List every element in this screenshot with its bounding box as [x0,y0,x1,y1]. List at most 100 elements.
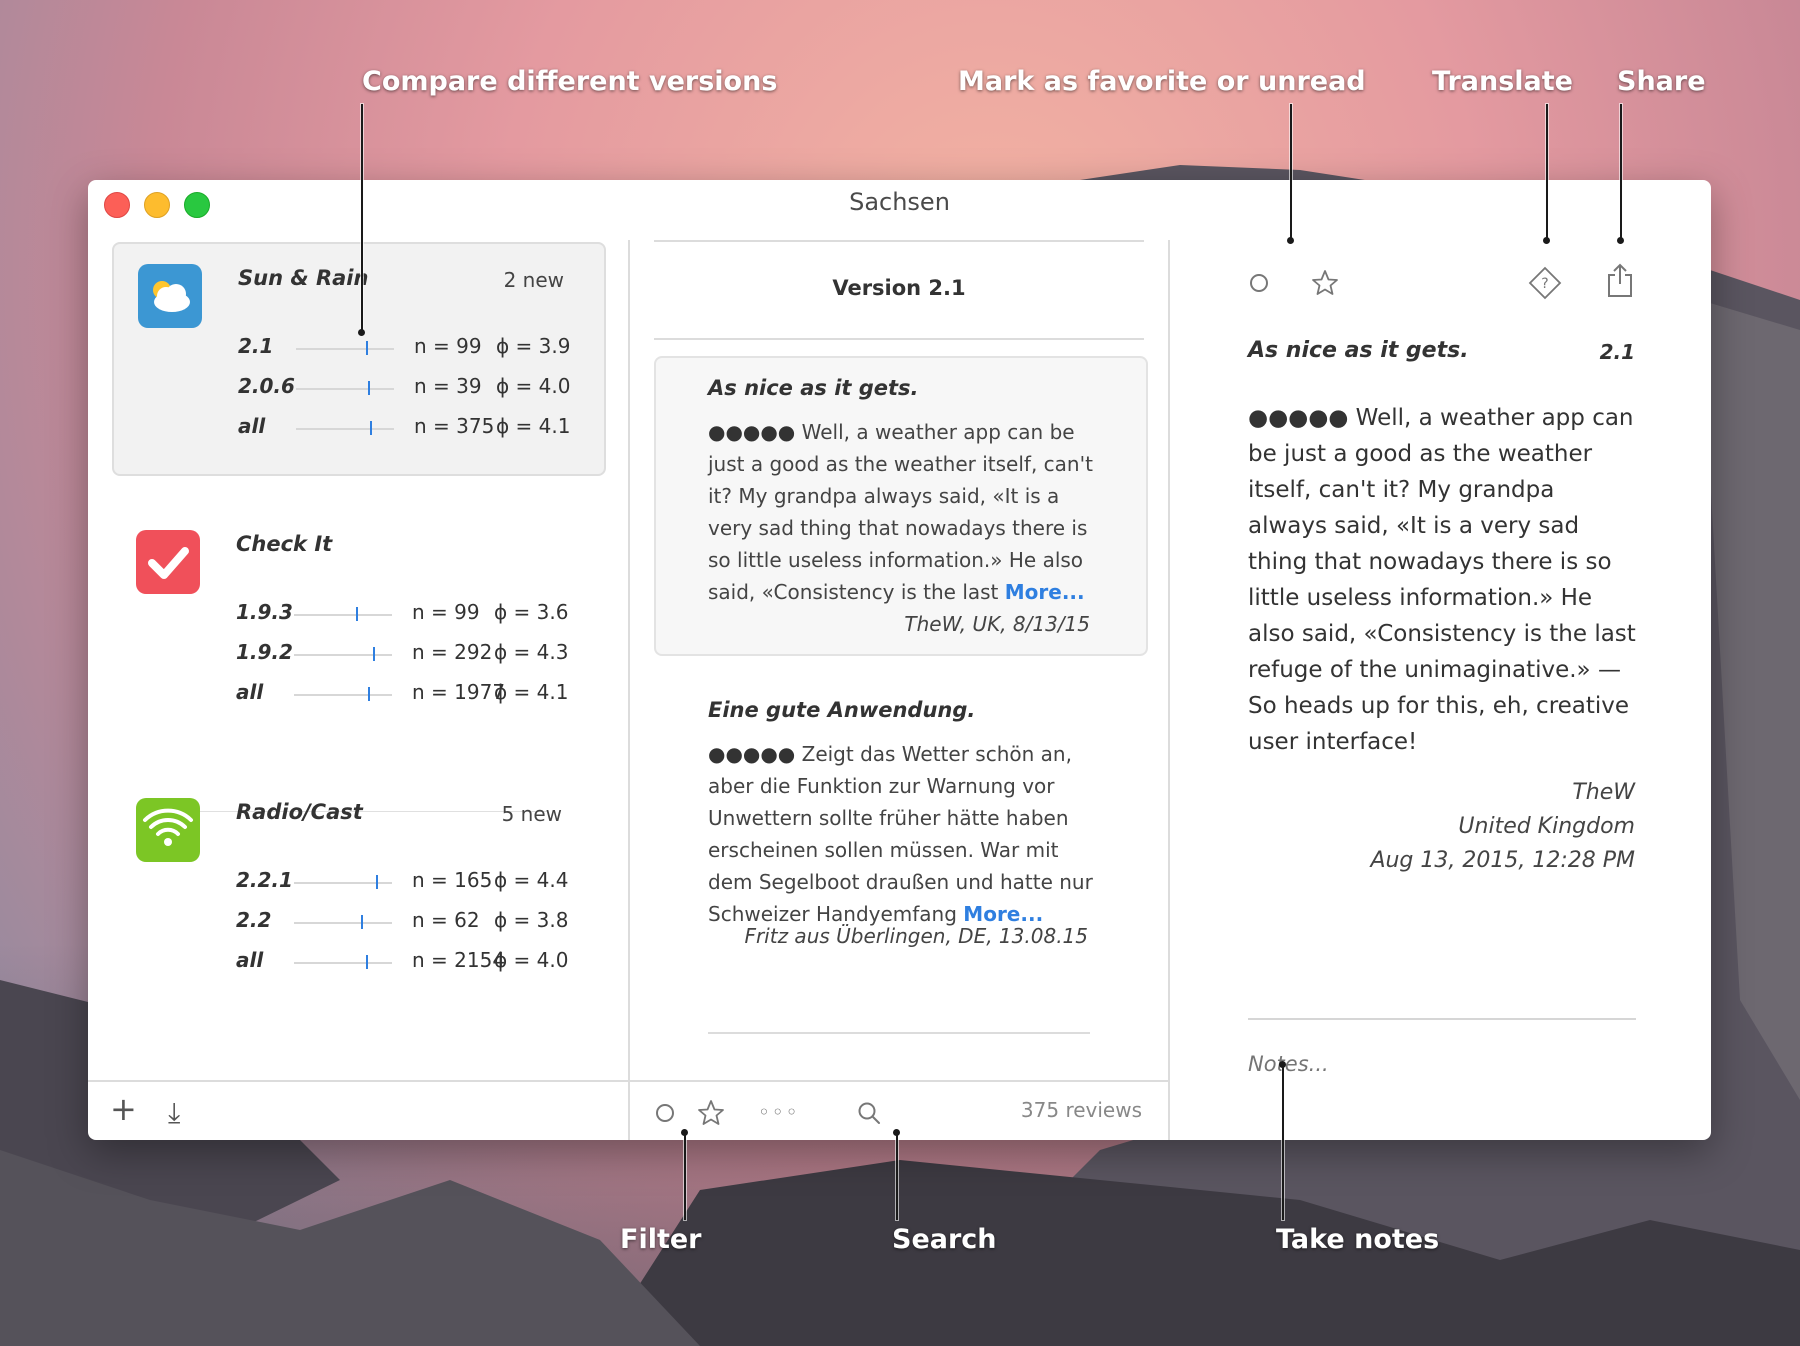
download-icon[interactable]: ⤓ [168,1096,180,1130]
review-author: TheW, UK, 8/13/15 [904,612,1090,636]
version-label: all [236,948,264,972]
detail-version: 2.1 [1599,340,1635,364]
review-count: n = 39 [414,374,482,398]
version-header: Version 2.1 [654,240,1144,340]
rating-marker [361,915,363,929]
more-link[interactable]: More... [1005,580,1085,604]
review-body: Zeigt das Wetter schön an, aber die Funk… [708,742,1093,926]
translate-icon[interactable]: ? [1528,266,1562,300]
review-item[interactable]: Eine gute Anwendung. ●●●●● Zeigt das Wet… [654,670,1144,948]
notes-field[interactable] [1248,1052,1636,1076]
version-row[interactable]: 2.2 n = 62 ϕ = 3.8 [236,908,576,938]
version-row[interactable]: 2.0.6 n = 39 ϕ = 4.0 [238,374,578,404]
callout-line [684,1132,686,1220]
review-count: n = 99 [414,334,482,358]
app-name: Check It [236,532,333,556]
search-icon[interactable] [856,1100,882,1126]
detail-title: As nice as it gets. [1248,338,1469,363]
callout-translate: Translate [1432,66,1573,97]
rating-bar [296,381,394,395]
version-row[interactable]: 2.1 n = 99 ϕ = 3.9 [238,334,578,364]
review-detail: ? As nice as it gets. 2.1 ●●●●● Well, a … [1170,230,1711,1140]
star-rating: ●●●●● [708,742,796,766]
callout-dot [1543,237,1550,244]
window-title: Sachsen [849,188,950,216]
new-badge: 2 new [503,268,564,292]
average-rating: ϕ = 4.1 [494,680,569,704]
weather-app-icon [138,264,202,328]
unread-toggle-icon[interactable] [1248,272,1270,294]
title-bar: Sachsen [88,180,1711,230]
rating-marker [366,341,368,355]
review-text: ●●●●● Zeigt das Wetter schön an, aber di… [708,738,1108,930]
version-label: all [238,414,266,438]
review-list: Version 2.1 As nice as it gets. ●●●●● We… [630,230,1168,1140]
review-count: n = 62 [412,908,480,932]
average-rating: ϕ = 3.9 [496,334,571,358]
add-icon[interactable]: + [110,1090,137,1128]
version-row[interactable]: all n = 2154 ϕ = 4.0 [236,948,576,978]
rating-marker [373,647,375,661]
filter-unread-icon[interactable] [654,1102,676,1124]
review-count: n = 2154 [412,948,506,972]
rating-marker [356,607,358,621]
callout-line [896,1132,898,1220]
app-list-sidebar: Sun & Rain 2 new 2.1 n = 99 ϕ = 3.9 2.0.… [88,230,628,1090]
filter-favorite-icon[interactable] [696,1098,726,1128]
wifi-app-icon [136,798,200,862]
share-icon[interactable] [1606,262,1634,298]
review-count: n = 375 [414,414,495,438]
version-row[interactable]: 1.9.3 n = 99 ϕ = 3.6 [236,600,576,630]
average-rating: ϕ = 4.3 [494,640,569,664]
detail-body: Well, a weather app can be just a good a… [1248,405,1636,755]
callout-line [1620,104,1622,240]
detail-text: ●●●●● Well, a weather app can be just a … [1248,400,1638,760]
rating-bar [296,421,394,435]
more-options-icon[interactable]: ◦◦◦ [758,1100,799,1124]
review-count-label: 375 reviews [1020,1098,1142,1122]
star-rating: ●●●●● [1248,405,1349,431]
callout-share: Share [1617,66,1706,97]
favorite-star-icon[interactable] [1310,268,1340,298]
rating-marker [368,687,370,701]
version-label: 2.0.6 [238,374,295,398]
version-label: all [236,680,264,704]
new-badge: 5 new [501,802,562,826]
rating-marker [368,381,370,395]
version-row[interactable]: 1.9.2 n = 292 ϕ = 4.3 [236,640,576,670]
version-label: 2.2.1 [236,868,293,892]
callout-dot [681,1129,688,1136]
star-rating: ●●●●● [708,420,796,444]
review-text: ●●●●● Well, a weather app can be just a … [708,416,1108,608]
average-rating: ϕ = 4.0 [496,374,571,398]
version-row[interactable]: all n = 375 ϕ = 4.1 [238,414,578,444]
version-label: 1.9.3 [236,600,293,624]
rating-bar [296,341,394,355]
callout-line [1546,104,1548,240]
more-link[interactable]: More... [963,902,1043,926]
version-label: 2.1 [238,334,274,358]
average-rating: ϕ = 3.8 [494,908,569,932]
app-item-radio-cast[interactable]: Radio/Cast 5 new 2.2.1 n = 165 ϕ = 4.4 2… [112,778,602,1008]
app-name: Sun & Rain [238,266,369,290]
svg-text:?: ? [1541,276,1548,292]
app-item-sun-rain[interactable]: Sun & Rain 2 new 2.1 n = 99 ϕ = 3.9 2.0.… [112,242,606,476]
detail-author: TheW [1572,780,1635,805]
version-row[interactable]: all n = 1977 ϕ = 4.1 [236,680,576,710]
review-card[interactable]: As nice as it gets. ●●●●● Well, a weathe… [654,356,1148,656]
callout-dot [893,1129,900,1136]
review-count: n = 292 [412,640,493,664]
rating-bar [294,915,392,929]
callout-notes: Take notes [1276,1224,1440,1255]
callout-filter: Filter [620,1224,702,1255]
rating-bar [294,647,392,661]
average-rating: ϕ = 3.6 [494,600,569,624]
rating-bar [294,687,392,701]
version-label: 1.9.2 [236,640,293,664]
divider [708,1032,1090,1034]
version-row[interactable]: 2.2.1 n = 165 ϕ = 4.4 [236,868,576,898]
app-item-check-it[interactable]: Check It 1.9.3 n = 99 ϕ = 3.6 1.9.2 n = … [112,510,602,740]
detail-country: United Kingdom [1458,814,1635,839]
callout-line [361,104,363,332]
sidebar-toolbar: + ⤓ [88,1080,628,1140]
